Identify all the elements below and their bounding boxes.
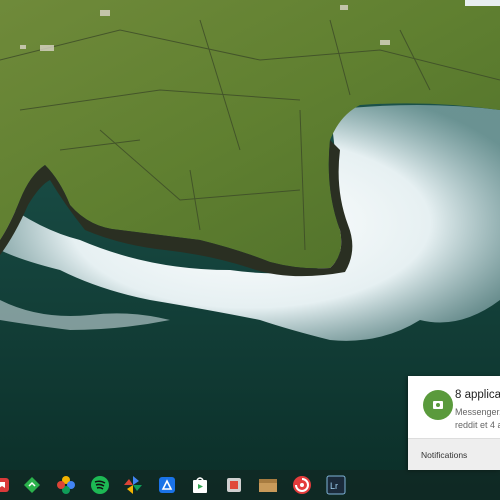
android-app-icon — [423, 390, 453, 420]
photos-pinwheel-app-icon[interactable] — [56, 475, 76, 495]
notification-text-line-2: reddit et 4 a — [455, 420, 500, 430]
play-store-app-icon[interactable] — [190, 475, 210, 495]
notification-title: 8 applicati — [455, 389, 500, 401]
notification-body[interactable]: 8 applicati Messenger, reddit et 4 a — [408, 376, 500, 438]
notification-text-line-1: Messenger, — [455, 407, 500, 417]
files-app-icon[interactable] — [258, 475, 278, 495]
feedly-app-icon[interactable] — [22, 475, 42, 495]
lightroom-app-icon[interactable]: Lr — [326, 475, 346, 495]
svg-text:Lr: Lr — [330, 481, 338, 491]
pocket-casts-app-icon[interactable] — [292, 475, 312, 495]
chrome-remote-app-icon[interactable] — [157, 475, 177, 495]
google-app-icon[interactable] — [224, 475, 244, 495]
notifications-label: Notifications — [421, 450, 468, 460]
spotify-app-icon[interactable] — [90, 475, 110, 495]
notification-card[interactable]: 8 applicati Messenger, reddit et 4 a Not… — [408, 376, 500, 470]
notification-text: Messenger, reddit et 4 a — [455, 406, 500, 432]
notification-footer[interactable]: Notifications — [408, 438, 500, 470]
pinned-red-app-icon[interactable] — [0, 475, 12, 495]
pinwheel-app-icon[interactable] — [123, 475, 143, 495]
